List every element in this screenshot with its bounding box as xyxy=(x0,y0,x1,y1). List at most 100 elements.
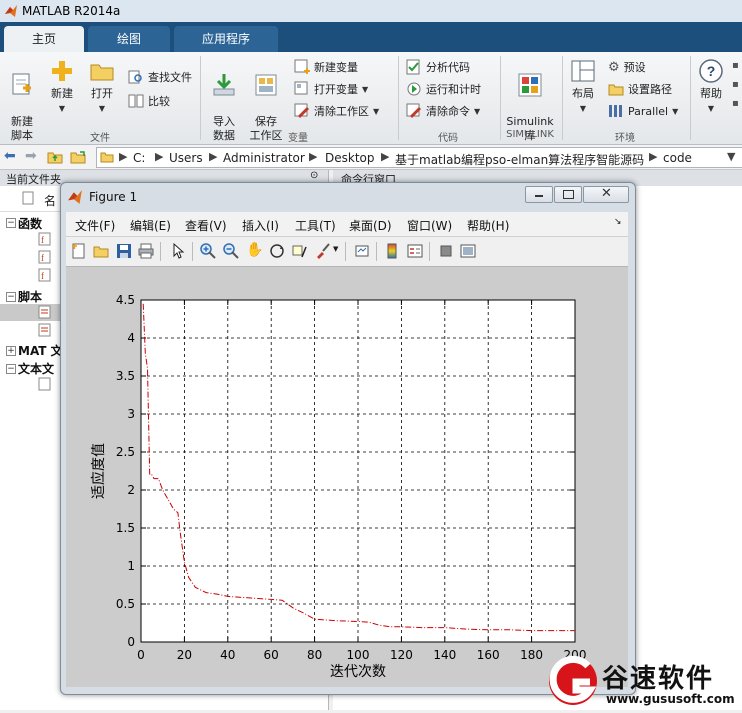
document-icon xyxy=(22,191,34,205)
menu-help[interactable]: 帮助(H) xyxy=(467,217,509,234)
up-folder-icon[interactable] xyxy=(47,149,63,165)
figure-title-bar[interactable]: Figure 1 ✕ xyxy=(61,183,635,210)
maximize-button[interactable] xyxy=(554,186,582,203)
forward-arrow-icon[interactable]: ➡ xyxy=(25,148,37,164)
clear-commands-caret[interactable]: ▼ xyxy=(474,107,480,116)
toolbar-separator xyxy=(160,242,161,261)
new-dropdown-caret[interactable]: ▼ xyxy=(59,104,65,113)
menu-file[interactable]: 文件(F) xyxy=(75,217,115,234)
help-caret[interactable]: ▼ xyxy=(708,104,714,113)
open-variable-button[interactable]: 打开变量 ▼ xyxy=(294,80,368,98)
open-button[interactable]: 打开 ▼ xyxy=(86,58,118,116)
find-files-button[interactable]: 查找文件 xyxy=(128,68,192,86)
open-variable-caret[interactable]: ▼ xyxy=(362,85,368,94)
open-file-icon[interactable] xyxy=(93,243,109,259)
pan-hand-icon[interactable]: ✋ xyxy=(246,242,263,258)
path-crumb[interactable]: 基于matlab编程pso-elman算法程序智能源码 xyxy=(395,151,644,168)
link-plot-icon[interactable] xyxy=(354,243,370,259)
collapse-icon[interactable]: − xyxy=(6,218,16,228)
tree-group-scripts[interactable]: 脚本 xyxy=(18,288,42,305)
analyze-code-button[interactable]: 分析代码 xyxy=(406,58,470,76)
set-path-button[interactable]: 设置路径 xyxy=(608,80,672,98)
x-tick-label: 120 xyxy=(390,648,413,662)
save-figure-icon[interactable] xyxy=(116,243,132,259)
help-button[interactable]: ? 帮助 ▼ xyxy=(694,58,728,116)
menu-view[interactable]: 查看(V) xyxy=(185,217,227,234)
path-crumb[interactable]: code xyxy=(663,151,692,165)
add-ons-icon[interactable]: ▪ xyxy=(732,98,739,109)
tab-apps[interactable]: 应用程序 xyxy=(174,26,278,52)
new-variable-button[interactable]: 新建变量 xyxy=(294,58,358,76)
run-and-time-button[interactable]: 运行和计时 xyxy=(406,80,481,98)
menu-edit[interactable]: 编辑(E) xyxy=(130,217,171,234)
figure-window: Figure 1 ✕ 文件(F) 编辑(E) 查看(V) 插入(I) 工具(T)… xyxy=(60,182,636,695)
menu-desktop[interactable]: 桌面(D) xyxy=(349,217,392,234)
layout-caret[interactable]: ▼ xyxy=(580,104,586,113)
back-arrow-icon[interactable]: ⬅ xyxy=(4,148,16,164)
path-dropdown-icon[interactable]: ▼ xyxy=(727,150,735,163)
rotate-3d-icon[interactable] xyxy=(269,243,285,259)
zoom-out-icon[interactable] xyxy=(223,243,239,259)
hide-plot-tools-icon[interactable] xyxy=(438,243,454,259)
expand-icon[interactable]: + xyxy=(6,346,16,356)
path-crumb[interactable]: Desktop xyxy=(325,151,375,165)
column-name-header[interactable]: 名 xyxy=(44,192,56,209)
data-cursor-icon[interactable] xyxy=(292,243,308,259)
path-crumb[interactable]: Users xyxy=(169,151,203,165)
tree-group-text-files[interactable]: 文本文 xyxy=(18,360,54,377)
script-file-icon[interactable] xyxy=(38,305,52,319)
insert-colorbar-icon[interactable] xyxy=(384,243,400,259)
function-file-icon[interactable]: f xyxy=(38,250,52,264)
svg-text:f: f xyxy=(41,235,44,245)
menu-tools[interactable]: 工具(T) xyxy=(295,217,336,234)
brush-dropdown-caret[interactable]: ▼ xyxy=(333,245,338,253)
tab-plots[interactable]: 绘图 xyxy=(88,26,170,52)
print-figure-icon[interactable] xyxy=(138,243,154,259)
open-folder-icon xyxy=(90,64,114,81)
parallel-caret[interactable]: ▼ xyxy=(672,107,678,116)
x-tick-label: 180 xyxy=(520,648,543,662)
path-crumb[interactable]: Administrator xyxy=(223,151,305,165)
insert-legend-icon[interactable] xyxy=(407,243,423,259)
panel-menu-icon[interactable]: ⊙ xyxy=(310,170,318,181)
tree-group-mat-files[interactable]: MAT 文 xyxy=(18,342,63,359)
current-path-field[interactable]: ▶ C: ▶ Users ▶ Administrator ▶ Desktop ▶… xyxy=(96,147,742,168)
function-file-icon[interactable]: f xyxy=(38,268,52,282)
community-icon[interactable]: ▪ xyxy=(732,60,739,71)
close-button[interactable]: ✕ xyxy=(583,186,629,203)
collapse-icon[interactable]: − xyxy=(6,292,16,302)
clear-workspace-button[interactable]: 清除工作区 ▼ xyxy=(294,102,379,120)
parallel-button[interactable]: Parallel ▼ xyxy=(608,102,678,120)
zoom-in-icon[interactable] xyxy=(200,243,216,259)
menu-dock-arrow-icon[interactable]: ↘ xyxy=(614,217,622,227)
function-file-icon[interactable]: f xyxy=(38,232,52,246)
edit-plot-arrow-icon[interactable] xyxy=(170,243,186,259)
tree-group-functions[interactable]: 函数 xyxy=(18,215,42,232)
fitness-curve-plot[interactable]: 0 20 40 60 80 100 120 140 160 180 20000.511.522.53… xyxy=(66,267,628,687)
gususoft-watermark: 谷速软件 www.gususoft.com xyxy=(544,652,742,710)
script-file-icon[interactable] xyxy=(38,323,52,337)
new-script-button[interactable]: 新建 脚本 xyxy=(4,58,40,143)
text-file-icon[interactable] xyxy=(38,377,52,391)
compare-button[interactable]: 比较 xyxy=(128,92,170,110)
request-support-icon[interactable]: ▪ xyxy=(732,79,739,90)
menu-window[interactable]: 窗口(W) xyxy=(407,217,452,234)
minimize-button[interactable] xyxy=(525,186,553,203)
show-plot-tools-icon[interactable] xyxy=(460,243,476,259)
layout-button[interactable]: 布局 ▼ xyxy=(566,58,600,116)
clear-commands-button[interactable]: 清除命令 ▼ xyxy=(406,102,480,120)
ribbon-tab-strip: 主页 绘图 应用程序 xyxy=(0,22,742,52)
collapse-icon[interactable]: − xyxy=(6,364,16,374)
open-dropdown-caret[interactable]: ▼ xyxy=(99,104,105,113)
new-figure-icon[interactable] xyxy=(71,243,87,259)
clear-workspace-caret[interactable]: ▼ xyxy=(373,107,379,116)
browse-folder-icon[interactable] xyxy=(70,149,86,165)
preferences-button[interactable]: ⚙ 预设 xyxy=(608,58,646,76)
new-button[interactable]: 新建 ▼ xyxy=(46,58,78,116)
import-data-button[interactable]: 导入 数据 xyxy=(206,58,242,143)
path-crumb[interactable]: C: xyxy=(133,151,145,165)
tab-home[interactable]: 主页 xyxy=(4,26,84,52)
menu-insert[interactable]: 插入(I) xyxy=(242,217,279,234)
brush-data-icon[interactable] xyxy=(315,243,331,259)
find-files-icon xyxy=(128,70,142,84)
